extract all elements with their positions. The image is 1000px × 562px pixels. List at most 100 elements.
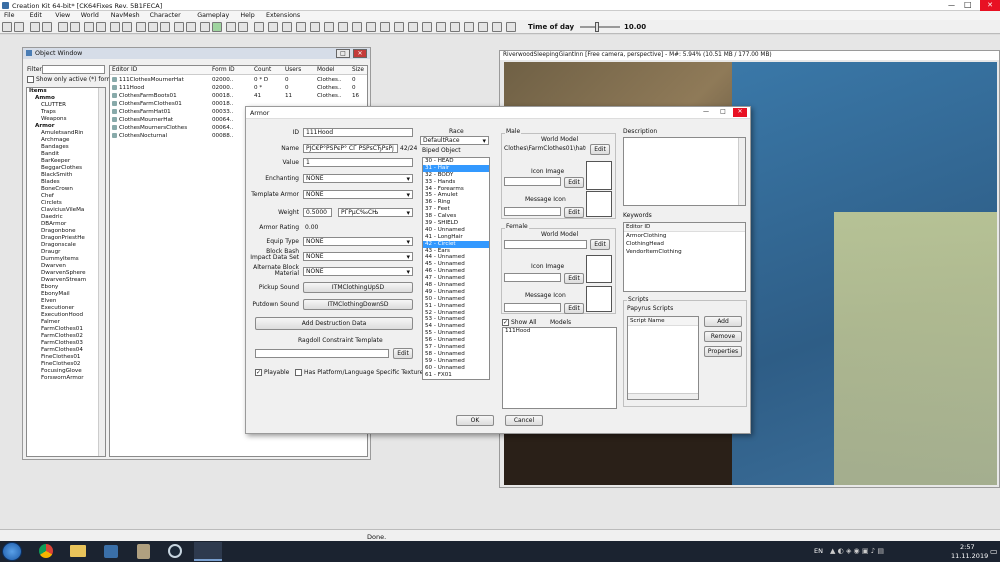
column-header[interactable]: Model [317, 67, 334, 73]
toolbar-button-icon[interactable] [122, 22, 132, 32]
tree-item[interactable]: Items [27, 88, 105, 95]
tree-item[interactable]: Falmer [27, 319, 105, 326]
male-message-icon-input[interactable] [504, 207, 561, 216]
keyword-item[interactable]: ArmorClothing [624, 232, 745, 240]
menu-item[interactable]: File [4, 12, 15, 19]
tree-item[interactable]: DummyItems [27, 256, 105, 263]
toolbar-button-icon[interactable] [30, 22, 40, 32]
tree-item[interactable]: FocusingGlove [27, 368, 105, 375]
value-input[interactable]: 1 [303, 158, 413, 167]
column-header[interactable]: Users [285, 67, 301, 73]
biped-item[interactable]: 32 - BODY [423, 172, 489, 179]
alt-block-select[interactable]: NONE [303, 267, 413, 276]
tree-item[interactable]: Daedric [27, 214, 105, 221]
explorer-icon[interactable] [70, 545, 86, 557]
toolbar-button-icon[interactable] [110, 22, 120, 32]
tree-item[interactable]: Executioner [27, 305, 105, 312]
toolbar-button-icon[interactable] [296, 22, 306, 32]
tree-item[interactable]: DBArmor [27, 221, 105, 228]
tree-item[interactable]: FarmClothes03 [27, 340, 105, 347]
tree-item[interactable]: BeggarClothes [27, 165, 105, 172]
ragdoll-input[interactable] [255, 349, 389, 358]
clock-date[interactable]: 11.11.2019 [951, 552, 988, 560]
id-input[interactable]: 111Hood [303, 128, 413, 137]
maximize-icon[interactable]: □ [964, 0, 972, 9]
armor-maximize-icon[interactable]: □ [716, 108, 730, 117]
male-world-model-edit-button[interactable]: Edit [590, 144, 610, 155]
male-icon-input[interactable] [504, 177, 561, 186]
biped-item[interactable]: 46 - Unnamed [423, 268, 489, 275]
toolbar-button-icon[interactable] [84, 22, 94, 32]
menu-item[interactable]: View [55, 12, 70, 19]
armor-dialog[interactable]: Armor — □ ✕ ID 111Hood Name РЈС€Р°РЅРєР°… [245, 106, 751, 434]
tree-item[interactable]: Dwarven [27, 263, 105, 270]
toolbar-button-icon[interactable] [366, 22, 376, 32]
putdown-sound-button[interactable]: ITMClothingDownSD [303, 299, 413, 310]
biped-item[interactable]: 44 - Unnamed [423, 254, 489, 261]
filter-input[interactable] [42, 65, 105, 74]
column-header[interactable]: Count [254, 67, 271, 73]
toolbar-button-icon[interactable] [96, 22, 106, 32]
biped-item[interactable]: 51 - Unnamed [423, 303, 489, 310]
biped-item[interactable]: 53 - Unnamed [423, 316, 489, 323]
toolbar-button-icon[interactable] [338, 22, 348, 32]
toolbar-button-icon[interactable] [478, 22, 488, 32]
toolbar-button-icon[interactable] [2, 22, 12, 32]
female-world-model-input[interactable] [504, 240, 587, 249]
toolbar-button-icon[interactable] [200, 22, 210, 32]
name-input[interactable]: РЈС€Р°РЅРєР° СЃ РЅРѕСЂРѕРј [303, 144, 398, 153]
menu-item[interactable]: Gameplay [197, 12, 229, 19]
toolbar-button-icon[interactable] [174, 22, 184, 32]
script-add-button[interactable]: Add [704, 316, 742, 327]
tree-item[interactable]: DwarvenStream [27, 277, 105, 284]
toolbar-button-icon[interactable] [394, 22, 404, 32]
tree-item[interactable]: FineClothes02 [27, 361, 105, 368]
toolbar-button-icon[interactable] [58, 22, 68, 32]
toolbar-button-icon[interactable] [268, 22, 278, 32]
tree-item[interactable]: ForswornArmor [27, 375, 105, 382]
tree-item[interactable]: Archmage [27, 137, 105, 144]
biped-item[interactable]: 48 - Unnamed [423, 282, 489, 289]
tree-item[interactable]: Ebony [27, 284, 105, 291]
object-window-maximize-icon[interactable]: □ [336, 49, 350, 58]
model-item[interactable]: 111Hood [503, 328, 616, 335]
menu-item[interactable]: NavMesh [111, 12, 140, 19]
biped-item[interactable]: 38 - Calves [423, 213, 489, 220]
toolbar-button-icon[interactable] [436, 22, 446, 32]
toolbar-button-icon[interactable] [42, 22, 52, 32]
female-message-icon-edit-button[interactable]: Edit [564, 303, 584, 314]
script-properties-button[interactable]: Properties [704, 346, 742, 357]
toolbar-button-icon[interactable] [70, 22, 80, 32]
biped-item[interactable]: 45 - Unnamed [423, 261, 489, 268]
biped-item[interactable]: 36 - Ring [423, 199, 489, 206]
description-scrollbar[interactable] [738, 138, 745, 205]
tree-item[interactable]: Armor [27, 123, 105, 130]
keyword-item[interactable]: VendorItemClothing [624, 248, 745, 256]
tree-item[interactable]: Blades [27, 179, 105, 186]
tree-item[interactable]: Bandit [27, 151, 105, 158]
minimize-icon[interactable]: — [948, 1, 955, 9]
race-select[interactable]: DefaultRace [420, 136, 489, 145]
toolbar-button-icon[interactable] [464, 22, 474, 32]
toolbar-button-icon[interactable] [186, 22, 196, 32]
tree-item[interactable]: EbonyMail [27, 291, 105, 298]
toolbar-button-icon[interactable] [254, 22, 264, 32]
tree-item[interactable]: Ammo [27, 95, 105, 102]
table-row[interactable]: ClothesFarmBoots01 00018.. 41 11 Clothes.. 16 [110, 92, 367, 100]
tree-item[interactable]: Traps [27, 109, 105, 116]
table-row[interactable]: 111ClothesMournerHat 02000.. 0 * D 0 Clothes… [110, 76, 367, 84]
block-bash-select[interactable]: NONE [303, 252, 413, 261]
toolbar-button-icon[interactable] [380, 22, 390, 32]
toolbar-button-icon[interactable] [148, 22, 158, 32]
keyword-item[interactable]: ClothingHead [624, 240, 745, 248]
female-message-icon-input[interactable] [504, 303, 561, 312]
menu-item[interactable]: World [81, 12, 99, 19]
toolbar-button-icon[interactable] [226, 22, 236, 32]
biped-item[interactable]: 34 - Forearms [423, 186, 489, 193]
platform-checkbox[interactable] [295, 369, 302, 376]
biped-list[interactable]: 30 - HEAD 31 - Hair 32 - BODY 33 - Hands 34 … [422, 157, 490, 380]
column-header[interactable]: Editor ID [112, 67, 137, 73]
weight-type-select[interactable]: РЃРµС‰СЊ [338, 208, 413, 217]
biped-item[interactable]: 54 - Unnamed [423, 323, 489, 330]
pickup-sound-button[interactable]: ITMClothingUpSD [303, 282, 413, 293]
